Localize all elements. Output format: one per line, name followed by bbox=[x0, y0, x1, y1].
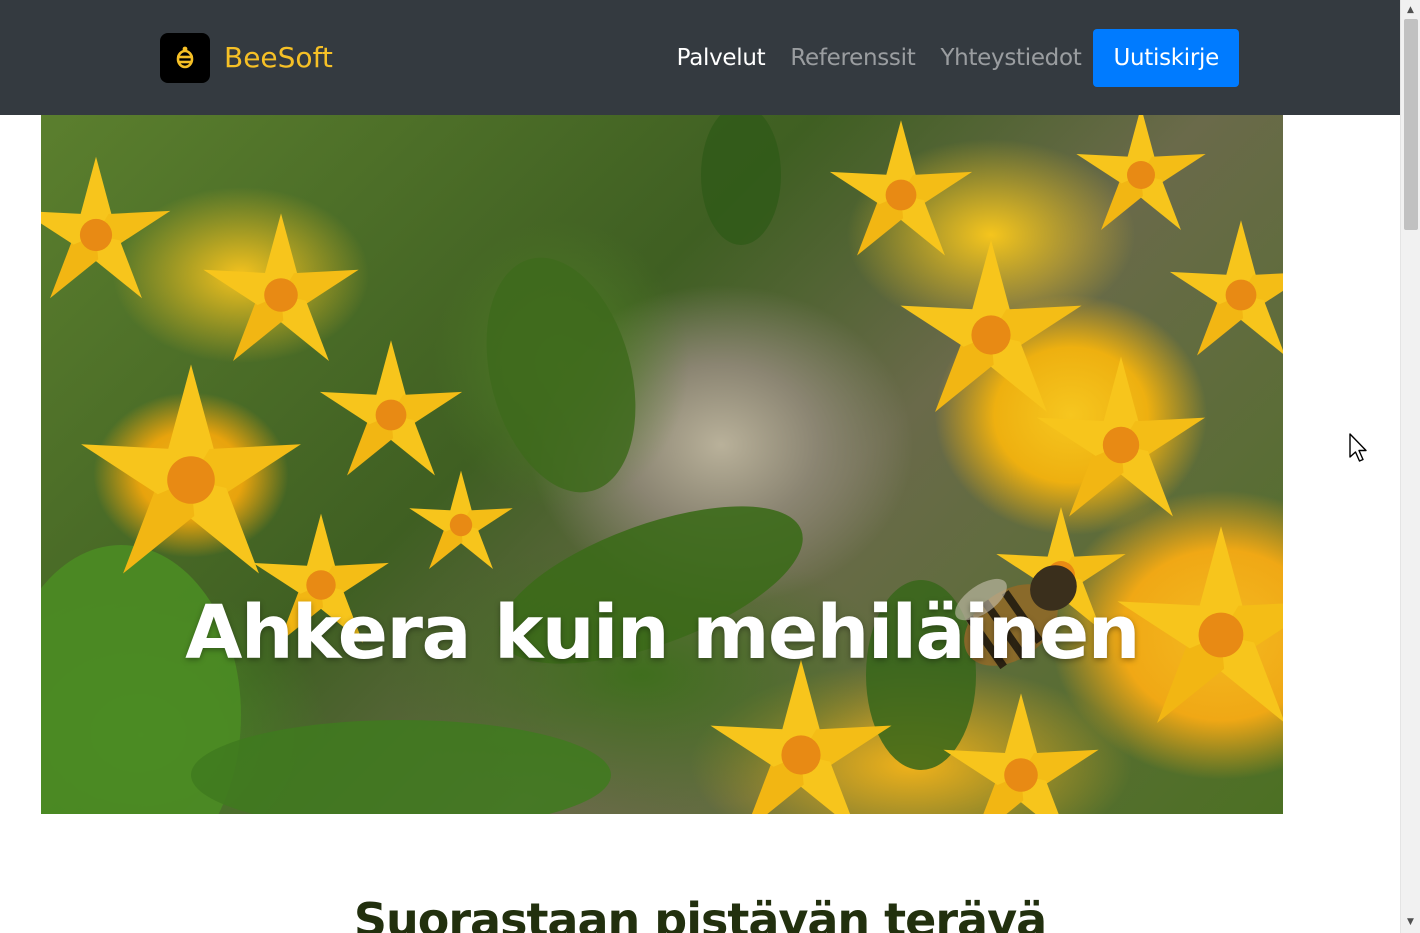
mouse-cursor-icon bbox=[1349, 433, 1367, 462]
vertical-scrollbar[interactable]: ▲ ▼ bbox=[1400, 0, 1420, 933]
scroll-down-icon[interactable]: ▼ bbox=[1401, 913, 1420, 930]
section-title: Suorastaan pistävän terävä bbox=[353, 893, 1047, 933]
newsletter-button[interactable]: Uutiskirje bbox=[1093, 29, 1239, 87]
hero-banner: Ahkera kuin mehiläinen bbox=[41, 115, 1283, 814]
nav-link-yhteystiedot[interactable]: Yhteystiedot bbox=[940, 29, 1081, 87]
brand-name: BeeSoft bbox=[224, 41, 333, 74]
nav-links: Palvelut Referenssit Yhteystiedot Uutisk… bbox=[652, 29, 1239, 87]
page: BeeSoft Palvelut Referenssit Yhteystiedo… bbox=[0, 0, 1400, 933]
hero-image bbox=[41, 115, 1283, 814]
brand-link[interactable]: BeeSoft bbox=[160, 33, 333, 83]
nav-link-referenssit[interactable]: Referenssit bbox=[790, 29, 915, 87]
bee-icon bbox=[160, 33, 210, 83]
navbar: BeeSoft Palvelut Referenssit Yhteystiedo… bbox=[0, 0, 1400, 115]
nav-link-palvelut[interactable]: Palvelut bbox=[677, 29, 766, 87]
hero-title: Ahkera kuin mehiläinen bbox=[185, 590, 1140, 676]
scroll-up-icon[interactable]: ▲ bbox=[1401, 1, 1420, 18]
scroll-thumb[interactable] bbox=[1404, 19, 1418, 230]
